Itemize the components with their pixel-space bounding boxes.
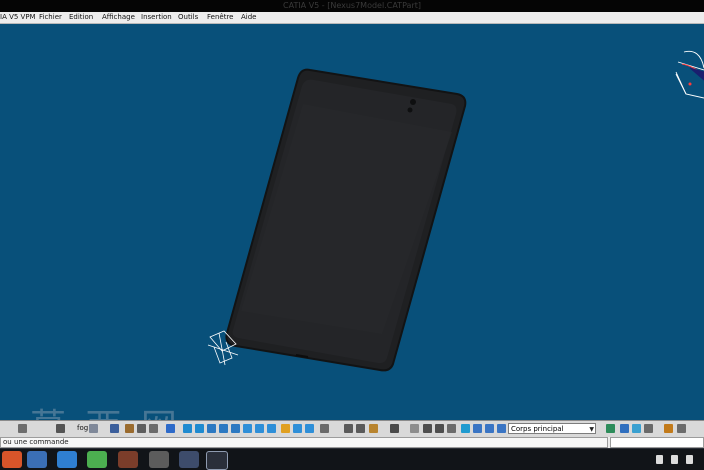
measure-item-icon[interactable]	[356, 424, 365, 433]
curvature-icon[interactable]	[632, 424, 641, 433]
tools-icon[interactable]	[677, 424, 686, 433]
command-input[interactable]: ou une commande	[0, 437, 608, 448]
grid-icon[interactable]	[137, 424, 146, 433]
bottom-toolbar: fog Corps principal ▼	[0, 420, 704, 438]
tablet-model[interactable]	[225, 68, 467, 372]
apply-material-icon[interactable]	[320, 424, 329, 433]
compass-icon[interactable]	[675, 50, 704, 99]
app-icon-6[interactable]	[179, 451, 199, 468]
table-icon[interactable]	[447, 424, 456, 433]
normal-view-icon[interactable]	[243, 424, 252, 433]
tray-network-icon[interactable]	[671, 455, 678, 464]
app-icon-3[interactable]	[87, 451, 107, 468]
menu-insertion[interactable]: Insertion	[141, 12, 172, 23]
body-icon[interactable]	[497, 424, 506, 433]
measure-between-icon[interactable]	[344, 424, 353, 433]
menu-app-name: IA V5 VPM	[0, 13, 36, 21]
windows-taskbar	[0, 448, 704, 470]
rotate-icon[interactable]	[195, 424, 204, 433]
menu-bar: IA V5 VPM Fichier Edition Affichage Inse…	[0, 12, 704, 24]
app-icon-4[interactable]	[118, 451, 138, 468]
command-side-field[interactable]	[610, 437, 704, 448]
chevron-down-icon: ▼	[589, 426, 594, 433]
start-orb-icon[interactable]	[27, 451, 47, 468]
render-style-icon[interactable]	[281, 424, 290, 433]
catia-taskbar-icon[interactable]	[206, 451, 228, 470]
multi-view-icon[interactable]	[255, 424, 264, 433]
law-icon[interactable]	[435, 424, 444, 433]
draft-analysis-icon[interactable]	[620, 424, 629, 433]
axis-system-icon[interactable]	[473, 424, 482, 433]
zoom-area-icon[interactable]	[231, 424, 240, 433]
thread-icon[interactable]	[644, 424, 653, 433]
hide-show-icon[interactable]	[293, 424, 302, 433]
snap-icon[interactable]	[56, 424, 65, 433]
fly-icon[interactable]	[149, 424, 158, 433]
zoom-out-icon[interactable]	[219, 424, 228, 433]
fog-icon[interactable]	[89, 424, 98, 433]
3d-viewport[interactable]	[0, 24, 704, 420]
analysis-icon[interactable]	[606, 424, 615, 433]
viewport-canvas	[207, 50, 704, 372]
window-title-bar: CATIA V5 - [Nexus7Model.CATPart]	[0, 0, 704, 12]
window-title: CATIA V5 - [Nexus7Model.CATPart]	[283, 1, 421, 10]
menu-edition[interactable]: Edition	[69, 12, 93, 23]
formula-icon[interactable]	[423, 424, 432, 433]
app-icon-5[interactable]	[149, 451, 169, 468]
swap-space-icon[interactable]	[305, 424, 314, 433]
menu-affichage[interactable]: Affichage	[102, 12, 135, 23]
tray-volume-icon[interactable]	[686, 455, 693, 464]
body-select-value: Corps principal	[511, 425, 564, 433]
publish-icon[interactable]	[664, 424, 673, 433]
body-select-dropdown[interactable]: Corps principal ▼	[508, 423, 596, 434]
firefox-icon[interactable]	[2, 451, 22, 468]
parameter-icon[interactable]	[461, 424, 470, 433]
tree-icon[interactable]	[110, 424, 119, 433]
pan-icon[interactable]	[183, 424, 192, 433]
measure-inertia-icon[interactable]	[390, 424, 399, 433]
sketch-icon[interactable]	[125, 424, 134, 433]
iso-view-icon[interactable]	[267, 424, 276, 433]
select-arrow-icon[interactable]	[18, 424, 27, 433]
menu-aide[interactable]: Aide	[241, 12, 256, 23]
menu-fenetre[interactable]: Fenêtre	[207, 12, 233, 23]
fog-label[interactable]: fog	[77, 424, 88, 433]
catalog-icon[interactable]	[410, 424, 419, 433]
work-object-icon[interactable]	[485, 424, 494, 433]
fit-all-icon[interactable]	[166, 424, 175, 433]
zoom-in-icon[interactable]	[207, 424, 216, 433]
app-icon-2[interactable]	[57, 451, 77, 468]
menu-fichier[interactable]: Fichier	[39, 12, 62, 23]
command-bar: ou une commande	[0, 437, 704, 448]
menu-outils[interactable]: Outils	[178, 12, 198, 23]
material-icon[interactable]	[369, 424, 378, 433]
tray-flag-icon[interactable]	[656, 455, 663, 464]
